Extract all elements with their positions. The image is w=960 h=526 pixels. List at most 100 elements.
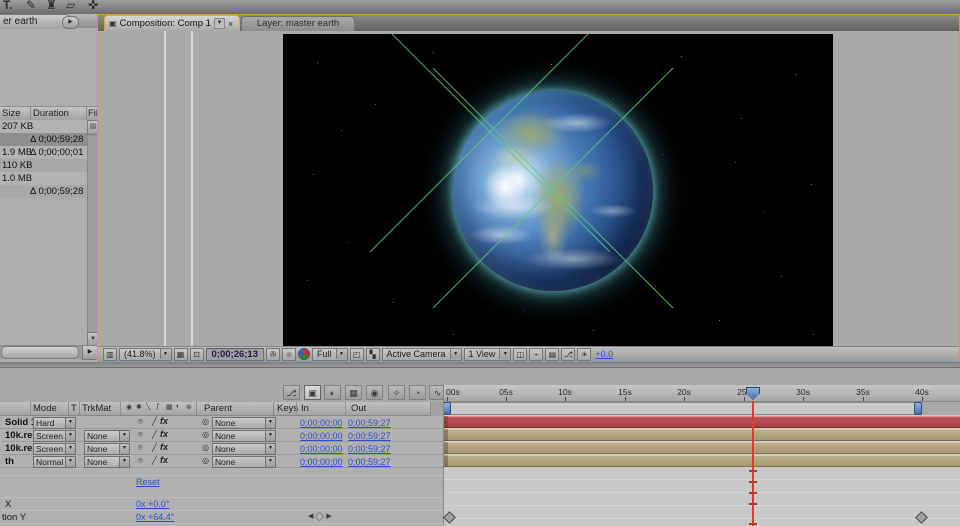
project-row[interactable]: 110 KB bbox=[0, 159, 87, 172]
col-mode[interactable]: Mode bbox=[33, 403, 57, 414]
mode-dropdown[interactable]: Normal ▼ bbox=[33, 456, 76, 468]
fx-switch-icon[interactable]: fx bbox=[160, 429, 168, 439]
magnification-dropdown[interactable]: (41.8%) ▼ bbox=[119, 348, 172, 361]
fx-switch-icon[interactable]: fx bbox=[160, 442, 168, 452]
grid-guides-icon[interactable]: ▦ bbox=[174, 348, 188, 361]
in-value[interactable]: 0;00;00;00 bbox=[300, 444, 343, 454]
layer-row-earth[interactable]: th Normal ▼ None ▼ ⌾ ╱ fx ◎ None ▼ 0;00;… bbox=[0, 455, 443, 468]
layer-row-10kred[interactable]: 10k.red Screen ▼ None ▼ ⌾ ╱ fx ◎ None ▼ … bbox=[0, 442, 443, 455]
out-value[interactable]: 0;00;59;27 bbox=[348, 418, 391, 428]
col-out[interactable]: Out bbox=[351, 403, 366, 414]
resolution-dropdown[interactable]: Full ▼ bbox=[312, 348, 348, 361]
take-snapshot-icon[interactable]: ✇ bbox=[266, 348, 280, 361]
layer-bar-10kred[interactable] bbox=[444, 442, 960, 454]
project-row[interactable]: 1.9 MB Δ 0;00;00;01 bbox=[0, 146, 87, 159]
anchor-icon[interactable]: ⌾ bbox=[138, 456, 143, 466]
x-rotation-row[interactable]: X 0x +0.0° bbox=[0, 497, 443, 511]
tab-menu-arrow-icon[interactable]: ▼ bbox=[214, 18, 225, 29]
project-row[interactable]: 1.0 MB bbox=[0, 172, 87, 185]
previous-keyframe-icon[interactable]: ◀ bbox=[308, 512, 313, 520]
motion-blur-icon[interactable]: ◉ bbox=[366, 385, 383, 400]
flowchart-icon[interactable]: ⎇ bbox=[561, 348, 575, 361]
tab-layer[interactable]: Layer: master earth bbox=[241, 16, 355, 31]
view-layout-dropdown[interactable]: 1 View ▼ bbox=[464, 348, 512, 361]
3d-view-dropdown[interactable]: Active Camera ▼ bbox=[382, 348, 462, 361]
safe-margins-icon[interactable]: ⊡ bbox=[190, 348, 204, 361]
trkmat-dropdown[interactable]: None ▼ bbox=[84, 443, 130, 455]
fx-switch-icon[interactable]: fx bbox=[160, 416, 168, 426]
composition-viewer[interactable] bbox=[98, 31, 959, 346]
anchor-icon[interactable]: ⌾ bbox=[138, 417, 143, 427]
project-row-selected[interactable]: Δ 0;00;59;28 bbox=[0, 133, 87, 146]
transparency-grid-icon[interactable]: ▚ bbox=[366, 348, 380, 361]
work-area-bar[interactable] bbox=[443, 402, 922, 415]
parent-dropdown[interactable]: None ▼ bbox=[212, 443, 276, 455]
out-value[interactable]: 0;00;59;27 bbox=[348, 457, 391, 467]
timeline-button-icon[interactable]: ▤ bbox=[545, 348, 559, 361]
y-rotation-value[interactable]: 0x +64.4° bbox=[136, 512, 174, 522]
tab-composition[interactable]: ▣ Composition: Comp 1 ▼ × bbox=[104, 15, 240, 31]
comp-mini-flowchart-icon[interactable]: ⎇ bbox=[283, 385, 300, 400]
show-channel-icon[interactable] bbox=[298, 348, 310, 360]
col-duration[interactable]: Duration bbox=[33, 108, 69, 119]
quality-switch-icon[interactable]: ╱ bbox=[152, 430, 157, 439]
out-value[interactable]: 0;00;59;27 bbox=[348, 444, 391, 454]
pickwhip-icon[interactable]: ◎ bbox=[202, 417, 209, 426]
auto-keyframe-icon[interactable]: ◔ bbox=[409, 385, 426, 400]
live-update-icon[interactable]: ▣ bbox=[304, 385, 321, 400]
puppet-pin-tool-icon[interactable]: ✜ bbox=[88, 0, 98, 12]
scroll-right-button[interactable]: ▶ bbox=[82, 345, 98, 360]
current-time-display[interactable]: 0;00;26;13 bbox=[206, 348, 264, 361]
trkmat-dropdown[interactable]: None ▼ bbox=[84, 430, 130, 442]
work-area-start-handle[interactable] bbox=[443, 402, 451, 415]
layer-bar-10kred[interactable] bbox=[444, 429, 960, 441]
clone-stamp-tool-icon[interactable]: ♜ bbox=[46, 0, 57, 12]
layer-bar-earth[interactable] bbox=[444, 455, 960, 467]
col-size[interactable]: Size bbox=[2, 108, 20, 119]
frame-blending-icon[interactable]: ▦ bbox=[345, 385, 362, 400]
add-keyframe-icon[interactable] bbox=[315, 511, 325, 521]
trkmat-dropdown[interactable]: None ▼ bbox=[84, 456, 130, 468]
layer-row-solid1[interactable]: Solid 1 Hard ▼ ⌾ ╱ fx ◎ None ▼ 0;00;00;0… bbox=[0, 416, 443, 429]
pickwhip-icon[interactable]: ◎ bbox=[202, 456, 209, 465]
pickwhip-icon[interactable]: ◎ bbox=[202, 430, 209, 439]
brush-tool-icon[interactable]: ✎ bbox=[26, 0, 36, 12]
layer-name[interactable]: th bbox=[5, 456, 14, 467]
mode-dropdown[interactable]: Screen ▼ bbox=[33, 443, 76, 455]
draft-3d-icon[interactable]: ◐ bbox=[324, 385, 341, 400]
parent-dropdown[interactable]: None ▼ bbox=[212, 456, 276, 468]
pickwhip-icon[interactable]: ◎ bbox=[202, 443, 209, 452]
current-time-indicator-line[interactable] bbox=[752, 401, 754, 526]
fast-preview-icon[interactable]: ⌁ bbox=[529, 348, 543, 361]
out-value[interactable]: 0;00;59;27 bbox=[348, 431, 391, 441]
y-rotation-row[interactable]: tion Y 0x +64.4° ◀ ▶ bbox=[0, 510, 443, 524]
quality-switch-icon[interactable]: ╱ bbox=[152, 443, 157, 452]
exposure-value[interactable]: +0.0 bbox=[595, 349, 613, 359]
time-ruler[interactable]: 00s 05s 10s 15s 20s 25s 30s 35s 40s bbox=[443, 385, 960, 402]
panel-menu-button[interactable]: ▶ bbox=[62, 16, 79, 29]
in-value[interactable]: 0;00;00;00 bbox=[300, 457, 343, 467]
project-row[interactable]: Δ 0;00;59;28 bbox=[0, 185, 87, 198]
type-tool-icon[interactable]: T. bbox=[3, 0, 12, 12]
in-value[interactable]: 0;00;00;00 bbox=[300, 431, 343, 441]
next-keyframe-icon[interactable]: ▶ bbox=[326, 512, 331, 520]
col-parent[interactable]: Parent bbox=[204, 403, 232, 414]
layer-name[interactable]: Solid 1 bbox=[5, 417, 36, 428]
anchor-icon[interactable]: ⌾ bbox=[138, 443, 143, 453]
eraser-tool-icon[interactable]: ▱ bbox=[66, 0, 75, 12]
col-keys[interactable]: Keys bbox=[277, 403, 298, 414]
col-in[interactable]: In bbox=[301, 403, 309, 414]
parent-dropdown[interactable]: None ▼ bbox=[212, 430, 276, 442]
composition-stage[interactable] bbox=[283, 34, 833, 346]
fx-switch-icon[interactable]: fx bbox=[160, 455, 168, 465]
layer-bar-solid1[interactable] bbox=[444, 416, 960, 428]
layer-row-10kred[interactable]: 10k.red Screen ▼ None ▼ ⌾ ╱ fx ◎ None ▼ … bbox=[0, 429, 443, 442]
quality-switch-icon[interactable]: ╱ bbox=[152, 417, 157, 426]
x-rotation-value[interactable]: 0x +0.0° bbox=[136, 499, 169, 509]
region-of-interest-icon[interactable]: ◰ bbox=[350, 348, 364, 361]
work-area-end-handle[interactable] bbox=[914, 402, 922, 415]
quality-switch-icon[interactable]: ╱ bbox=[152, 456, 157, 465]
scrollbar-thumb[interactable] bbox=[1, 346, 79, 359]
pixel-aspect-correction-icon[interactable]: ◫ bbox=[513, 348, 527, 361]
reset-link[interactable]: Reset bbox=[136, 477, 160, 487]
